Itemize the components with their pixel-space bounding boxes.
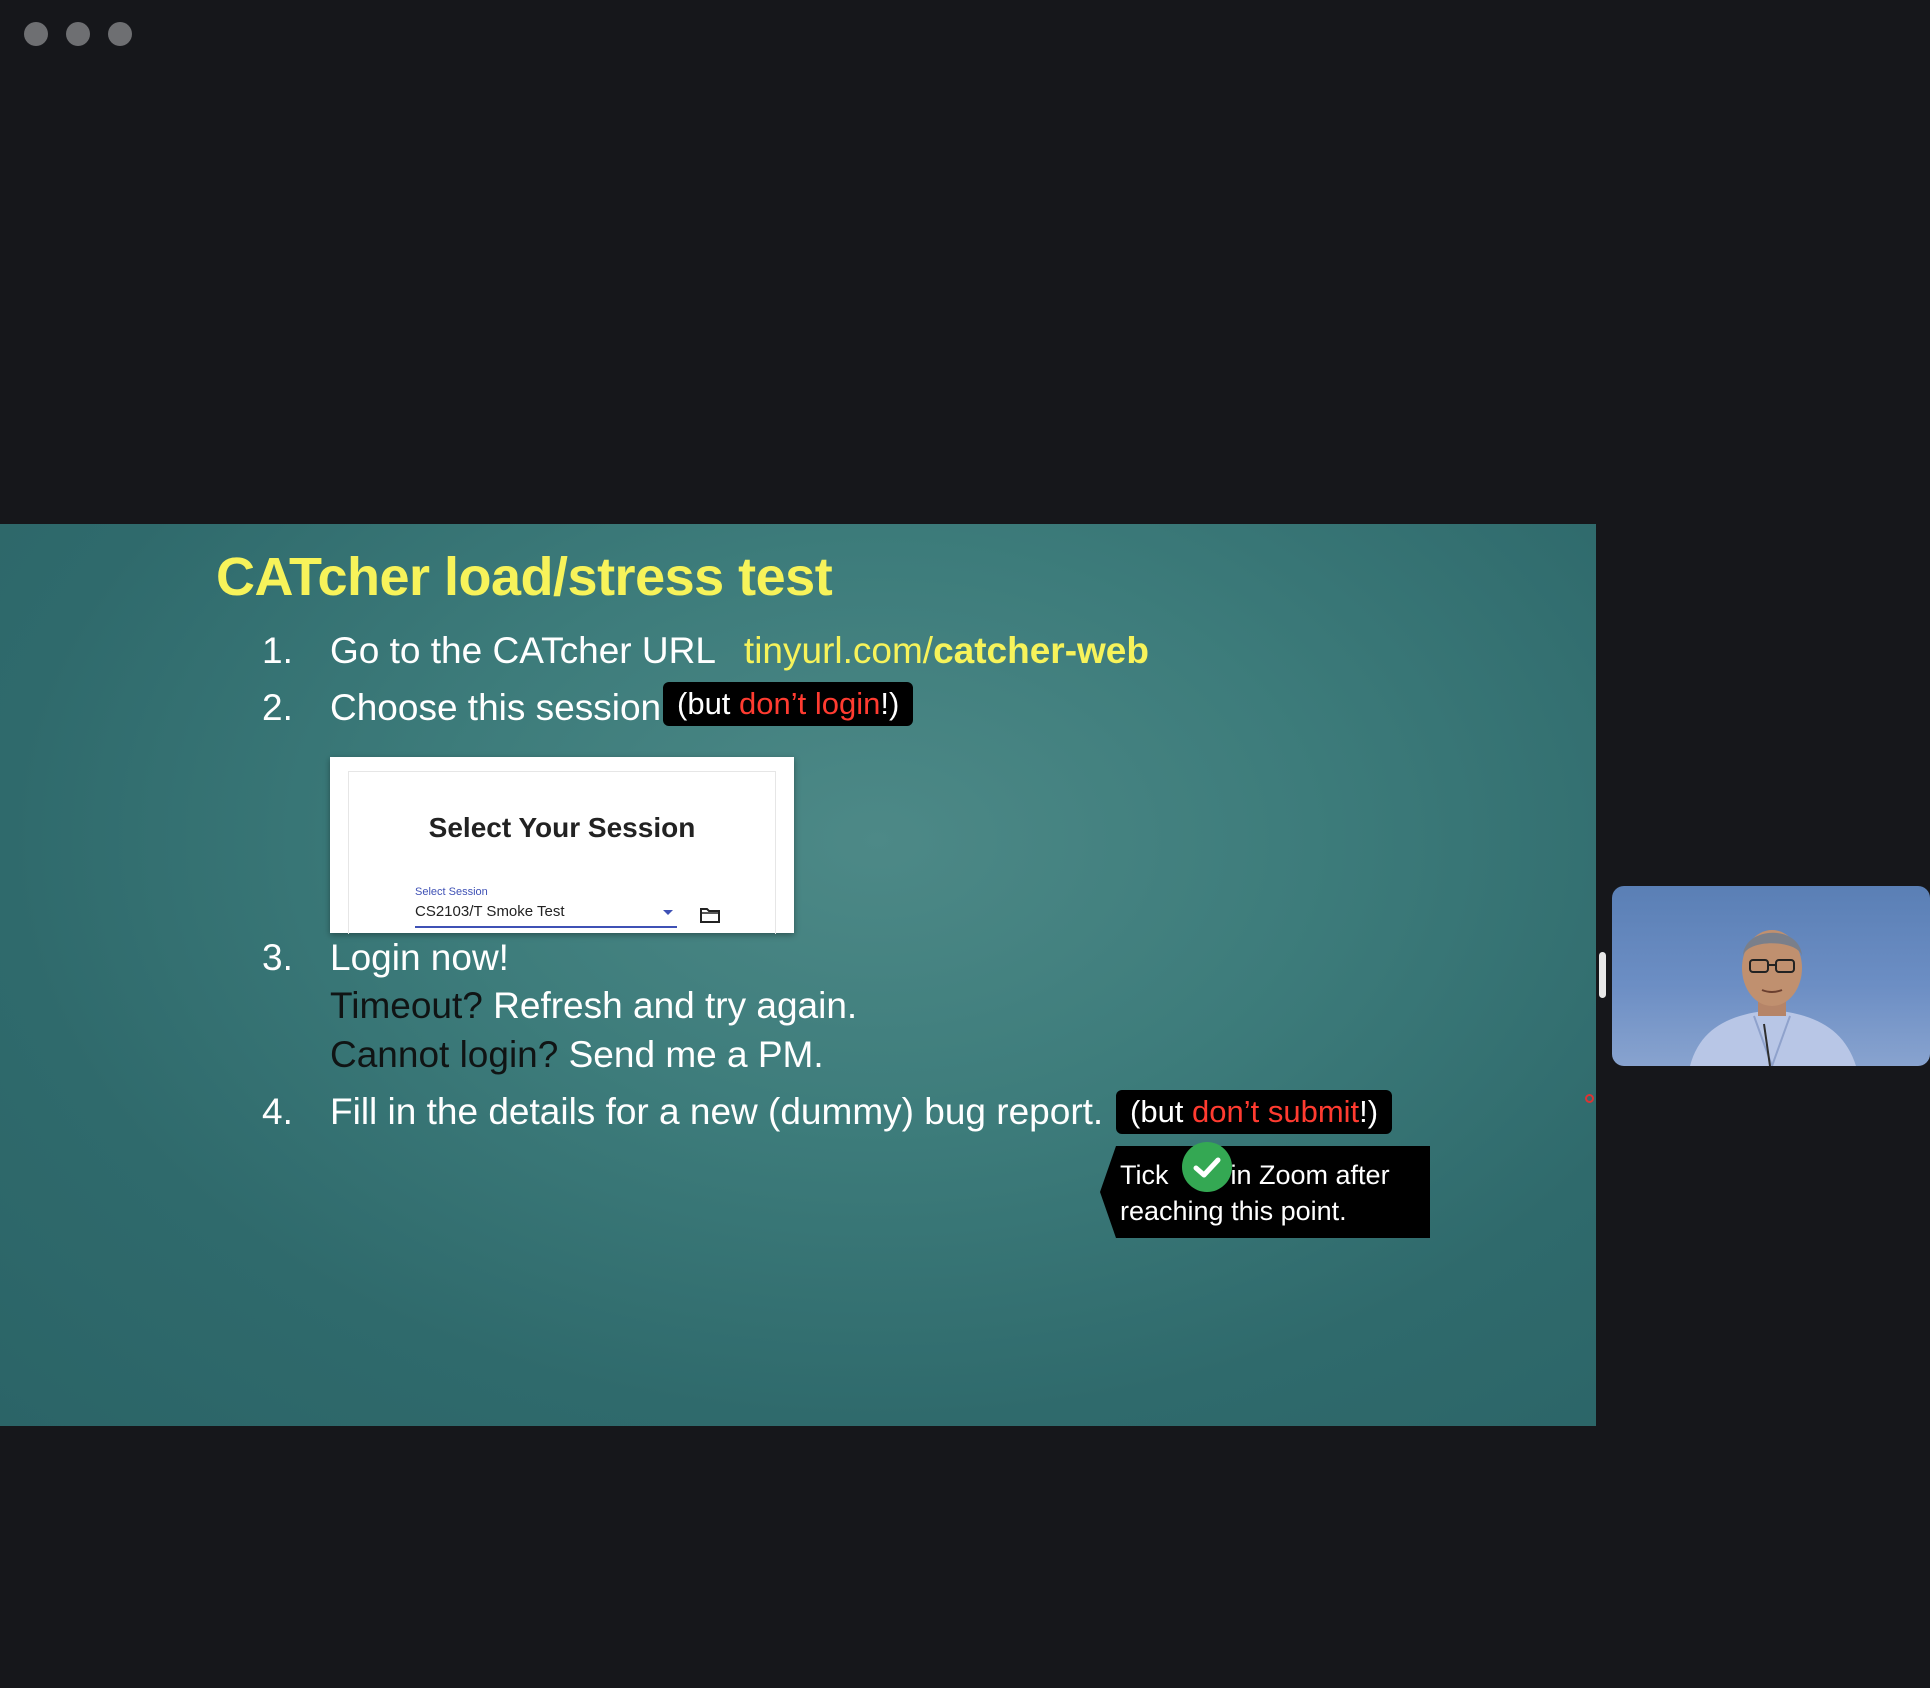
item-1: Go to the CATcher URL tinyurl.com/catcher… (330, 630, 1149, 672)
cannot-login-text: Send me a PM. (558, 1034, 824, 1075)
panel-resize-handle[interactable] (1599, 952, 1606, 998)
callout-open: (but (677, 686, 740, 721)
window-minimize-button[interactable] (66, 22, 90, 46)
tick-note-line2: reaching this point. (1120, 1196, 1347, 1226)
window-maximize-button[interactable] (108, 22, 132, 46)
item-3-line3: Cannot login? Send me a PM. (330, 1034, 824, 1076)
item-4-number: 4. (262, 1091, 293, 1132)
item-2-number: 2. (262, 687, 293, 728)
item-1-text: Go to the CATcher URL (330, 630, 716, 671)
dont-login-callout: (but don’t login!) (663, 682, 914, 726)
green-check-icon (1182, 1142, 1232, 1192)
item-4-text: Fill in the details for a new (dummy) bu… (330, 1091, 1104, 1132)
session-dialog: Select Your Session Select Session CS210… (348, 771, 776, 934)
item-2-text: Choose this session (330, 687, 662, 728)
window-controls (24, 22, 132, 46)
annotation-pointer-icon (1585, 1094, 1594, 1103)
catcher-url-prefix: tinyurl.com/ (743, 630, 934, 671)
callout-red: don’t submit (1192, 1094, 1360, 1129)
folder-icon (700, 908, 720, 923)
session-select-value: CS2103/T Smoke Test (415, 903, 565, 920)
shared-slide: CATcher load/stress test 1. Go to the CA… (0, 524, 1596, 1426)
cannot-login-label: Cannot login? (330, 1034, 559, 1075)
callout-open: (but (1130, 1094, 1193, 1129)
window-close-button[interactable] (24, 22, 48, 46)
session-select-dropdown: CS2103/T Smoke Test (415, 902, 677, 928)
item-3-line1: Login now! (330, 937, 509, 978)
item-3-number: 3. (262, 937, 293, 978)
timeout-label: Timeout? (330, 985, 483, 1026)
slide-title: CATcher load/stress test (216, 547, 833, 607)
session-select-screenshot: Select Your Session Select Session CS210… (330, 757, 794, 934)
session-title: Select Your Session (428, 812, 696, 843)
participant-video (1690, 930, 1856, 1066)
callout-close: !) (1359, 1094, 1379, 1129)
dropdown-arrow-icon (663, 910, 673, 915)
session-select-label: Select Session (415, 886, 488, 898)
callout-close: !) (880, 686, 900, 721)
item-3-line2: Timeout? Refresh and try again. (330, 985, 857, 1027)
tick-after: in Zoom after (1230, 1160, 1390, 1190)
catcher-url-path: catcher-web (933, 630, 1149, 671)
tick-before: Tick (1120, 1160, 1169, 1190)
timeout-text: Refresh and try again. (482, 985, 858, 1026)
tick-note-line1: Tick in Zoom after (1120, 1160, 1390, 1191)
dont-submit-callout: (but don’t submit!) (1116, 1090, 1393, 1134)
callout-red: don’t login (739, 686, 881, 721)
participant-video-tile[interactable] (1612, 886, 1930, 1066)
item-1-number: 1. (262, 630, 293, 671)
